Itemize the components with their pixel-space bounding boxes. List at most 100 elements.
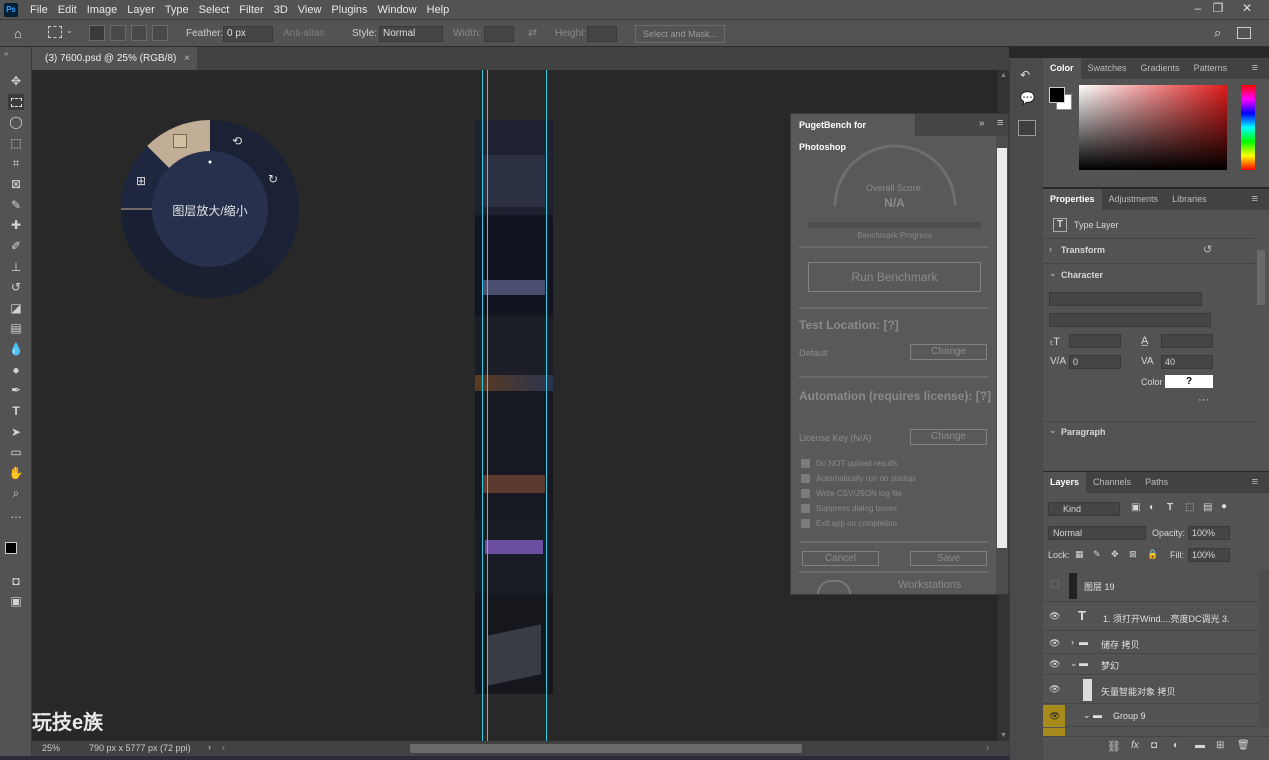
fx-icon[interactable]: fx bbox=[1131, 740, 1139, 751]
tab-swatches[interactable]: Swatches bbox=[1081, 58, 1134, 79]
photoshop-logo-icon[interactable]: Ps bbox=[4, 2, 18, 17]
scroll-right-icon[interactable]: › bbox=[986, 742, 989, 752]
checkbox-suppress-dialogs[interactable]: Suppress dialog boxes bbox=[801, 504, 897, 513]
layer-name[interactable]: Group 9 bbox=[1113, 711, 1146, 721]
history-brush-icon[interactable]: ↺ bbox=[8, 279, 24, 295]
menu-file[interactable]: File bbox=[25, 4, 53, 16]
menu-plugins[interactable]: Plugins bbox=[326, 4, 372, 16]
doc-info[interactable]: 790 px x 5777 px (72 ppi) bbox=[89, 743, 191, 753]
opacity-input[interactable]: 100% bbox=[1188, 526, 1230, 540]
guide-line[interactable] bbox=[482, 70, 483, 741]
chevron-down-icon[interactable]: ⌄ bbox=[1070, 658, 1078, 669]
foreground-color-swatch[interactable] bbox=[1049, 87, 1065, 103]
filter-pixel-icon[interactable]: ▣ bbox=[1131, 502, 1140, 513]
width-input[interactable] bbox=[484, 26, 514, 42]
run-benchmark-button[interactable]: Run Benchmark bbox=[808, 262, 981, 292]
healing-brush-icon[interactable]: ✚ bbox=[8, 217, 24, 233]
zoom-level[interactable]: 25% bbox=[42, 743, 60, 753]
checkbox-exit-app[interactable]: Exit app on completion bbox=[801, 519, 897, 528]
menu-select[interactable]: Select bbox=[194, 4, 235, 16]
screen-mode-icon[interactable]: ▣ bbox=[8, 593, 24, 609]
dodge-tool-icon[interactable]: ● bbox=[8, 362, 24, 378]
layer-name[interactable]: 梦幻 bbox=[1101, 659, 1119, 672]
add-mask-icon[interactable]: ◘ bbox=[1151, 740, 1157, 751]
stamp-tool-icon[interactable]: ⊥ bbox=[8, 259, 24, 275]
menu-filter[interactable]: Filter bbox=[234, 4, 268, 16]
tab-gradients[interactable]: Gradients bbox=[1134, 58, 1187, 79]
close-icon[interactable]: ✕ bbox=[1234, 0, 1260, 19]
tracking-input[interactable]: 40 bbox=[1161, 355, 1213, 369]
reset-transform-icon[interactable]: ↺ bbox=[1203, 243, 1212, 256]
history-icon[interactable]: ↶ bbox=[1020, 68, 1030, 82]
new-layer-icon[interactable]: ⊞ bbox=[1216, 740, 1224, 751]
select-and-mask-button[interactable]: Select and Mask... bbox=[635, 25, 725, 43]
filter-toggle-icon[interactable]: ● bbox=[1221, 501, 1227, 512]
font-style-select[interactable] bbox=[1049, 313, 1211, 327]
chevron-down-icon[interactable]: ⌄ bbox=[1083, 710, 1091, 721]
layer-filter-kind[interactable]: Kind bbox=[1048, 502, 1120, 516]
feather-input[interactable]: 0 px bbox=[223, 26, 273, 42]
eye-icon[interactable]: 👁 bbox=[1049, 611, 1060, 621]
paragraph-section[interactable]: Paragraph bbox=[1061, 427, 1106, 437]
blur-tool-icon[interactable]: 💧 bbox=[8, 341, 24, 357]
layer-name[interactable]: 图层 19 bbox=[1084, 580, 1115, 593]
scroll-left-icon[interactable]: ‹ bbox=[222, 742, 225, 752]
type-tool-icon[interactable]: T bbox=[8, 403, 24, 419]
layer-row[interactable]: 图层 19 bbox=[1043, 570, 1259, 602]
puget-scrollbar[interactable] bbox=[996, 136, 1008, 594]
gradient-tool-icon[interactable]: ▤ bbox=[8, 320, 24, 336]
layer-row[interactable]: 👁 T 1. 须打开Wind....亮度DC调光 3. bbox=[1043, 603, 1259, 631]
document-tab[interactable]: (3) 7600.psd @ 25% (RGB/8) × bbox=[32, 47, 197, 70]
tab-channels[interactable]: Channels bbox=[1086, 472, 1138, 493]
more-tools-icon[interactable]: … bbox=[8, 506, 24, 522]
height-input[interactable] bbox=[587, 26, 617, 42]
subtract-selection-icon[interactable] bbox=[131, 25, 147, 41]
new-selection-icon[interactable] bbox=[89, 25, 105, 41]
eye-icon[interactable]: 👁 bbox=[1049, 659, 1060, 669]
leading-input[interactable] bbox=[1161, 334, 1213, 348]
layer-row[interactable]: 👁 矢量智能对象 拷贝 bbox=[1043, 676, 1259, 704]
lock-transparent-icon[interactable]: ▦ bbox=[1075, 549, 1084, 560]
restore-icon[interactable]: ❐ bbox=[1205, 0, 1231, 19]
eyedropper-tool-icon[interactable]: ✎ bbox=[8, 197, 24, 213]
panel-menu-icon[interactable]: ≡ bbox=[1245, 472, 1265, 493]
panel-menu-icon[interactable]: ≡ bbox=[1245, 58, 1265, 79]
chevron-right-icon[interactable]: › bbox=[1071, 637, 1074, 647]
menu-image[interactable]: Image bbox=[82, 4, 123, 16]
eye-icon[interactable]: 👁 bbox=[1049, 684, 1060, 694]
new-group-icon[interactable]: ▬ bbox=[1195, 740, 1205, 751]
chevron-down-icon[interactable]: ⌄ bbox=[66, 26, 73, 35]
menu-help[interactable]: Help bbox=[422, 4, 455, 16]
character-section[interactable]: Character bbox=[1061, 270, 1103, 280]
properties-scroll-thumb[interactable] bbox=[1257, 250, 1265, 305]
layer-row[interactable]: 👁 ⌄ ▬ Group 9 bbox=[1043, 705, 1259, 727]
lasso-tool-icon[interactable]: ◯ bbox=[8, 114, 24, 130]
home-icon[interactable]: ⌂ bbox=[14, 26, 22, 41]
crop-tool-icon[interactable]: ⌗ bbox=[8, 155, 24, 171]
layer-thumb-icon[interactable] bbox=[173, 134, 187, 148]
link-layers-icon[interactable]: ⛓ bbox=[1107, 740, 1121, 753]
rect-marquee-tool-icon[interactable] bbox=[8, 94, 24, 110]
intersect-selection-icon[interactable] bbox=[152, 25, 168, 41]
zoom-tool-icon[interactable]: ⌕ bbox=[8, 485, 24, 501]
change-location-button[interactable]: Change bbox=[910, 344, 987, 360]
guide-line[interactable] bbox=[487, 70, 488, 741]
lock-all-icon[interactable]: 🔒 bbox=[1147, 549, 1158, 560]
filter-type-icon[interactable]: T bbox=[1167, 502, 1173, 513]
layer-name[interactable]: 1. 须打开Wind....亮度DC调光 3. bbox=[1103, 612, 1230, 625]
checkbox-auto-run[interactable]: Automatically run on startup bbox=[801, 474, 915, 483]
foreground-color-swatch[interactable] bbox=[5, 542, 17, 554]
grid-icon[interactable]: ⊞ bbox=[136, 174, 146, 188]
status-arrow-icon[interactable]: › bbox=[208, 742, 211, 752]
save-button[interactable]: Save bbox=[910, 551, 987, 566]
change-license-button[interactable]: Change bbox=[910, 429, 987, 445]
visibility-off-icon[interactable] bbox=[1051, 580, 1059, 588]
checkbox-no-upload[interactable]: Do NOT upload results bbox=[801, 459, 897, 468]
style-select[interactable]: Normal bbox=[379, 26, 443, 42]
expand-icon[interactable]: » bbox=[979, 118, 985, 129]
menu-type[interactable]: Type bbox=[160, 4, 194, 16]
filter-adjust-icon[interactable]: ◐ bbox=[1149, 502, 1155, 513]
adjustment-layer-icon[interactable]: ◐ bbox=[1173, 740, 1179, 751]
tab-paths[interactable]: Paths bbox=[1138, 472, 1175, 493]
object-select-tool-icon[interactable]: ⬚ bbox=[8, 135, 24, 151]
